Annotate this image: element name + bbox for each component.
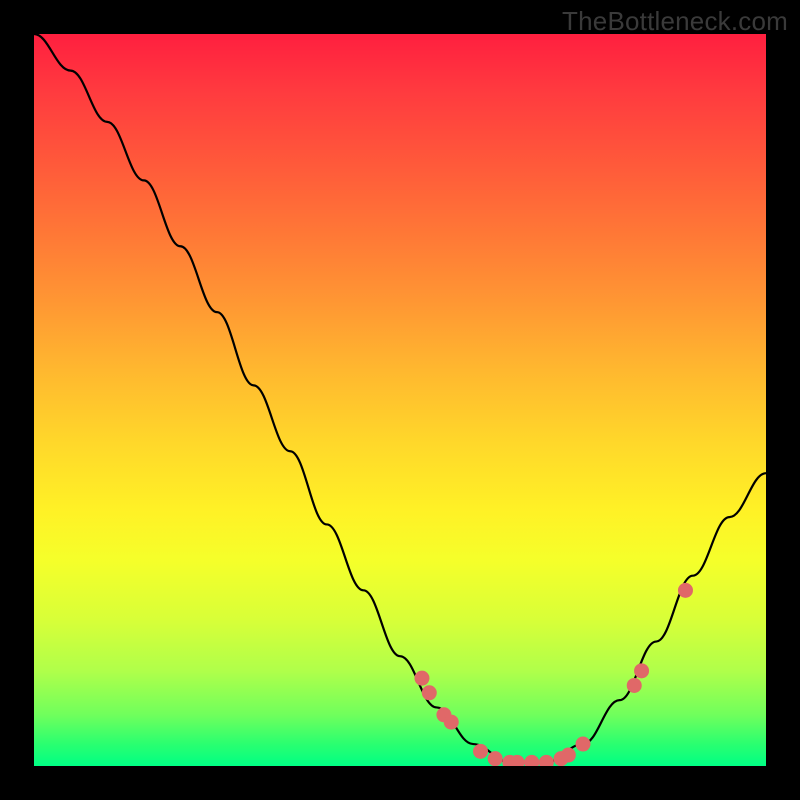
chart-marker: [488, 751, 503, 766]
chart-marker: [524, 755, 539, 766]
chart-marker: [678, 583, 693, 598]
chart-marker: [414, 671, 429, 686]
chart-markers: [414, 583, 693, 766]
chart-marker: [444, 715, 459, 730]
chart-plot-area: [34, 34, 766, 766]
chart-marker: [634, 663, 649, 678]
chart-marker: [422, 685, 437, 700]
chart-curve-line: [34, 34, 766, 762]
chart-svg: [34, 34, 766, 766]
chart-marker: [473, 744, 488, 759]
chart-marker: [539, 755, 554, 766]
chart-marker: [627, 678, 642, 693]
chart-marker: [576, 737, 591, 752]
watermark-text: TheBottleneck.com: [562, 6, 788, 37]
chart-marker: [561, 748, 576, 763]
